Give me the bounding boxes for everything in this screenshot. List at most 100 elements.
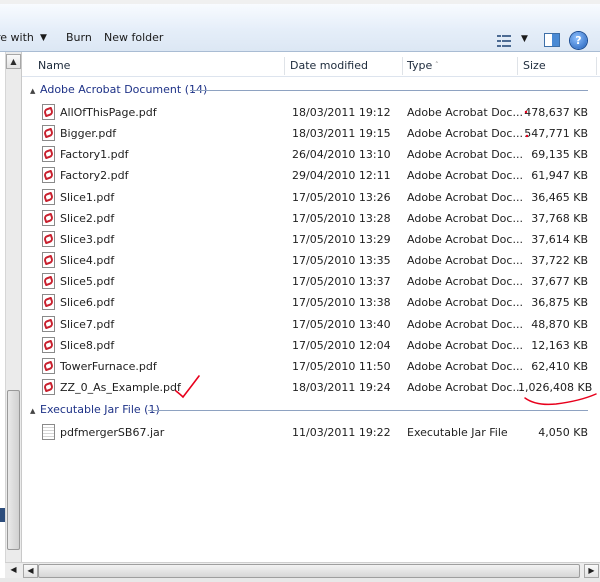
file-type: Adobe Acrobat Doc... xyxy=(407,254,523,268)
file-date: 11/03/2011 19:22 xyxy=(292,426,391,439)
file-row[interactable]: Factory1.pdf 26/04/2010 13:10 Adobe Acroba… xyxy=(22,144,600,165)
file-name: Slice1.pdf xyxy=(60,190,115,204)
file-date: 17/05/2010 13:40 xyxy=(292,317,391,331)
file-date: 17/05/2010 13:38 xyxy=(292,296,391,310)
share-with-label: re with xyxy=(0,31,34,44)
file-row[interactable]: Slice6.pdf 17/05/2010 13:38 Adobe Acrobat … xyxy=(22,292,600,313)
column-type-header[interactable]: Type xyxy=(407,55,432,76)
file-type: Adobe Acrobat Doc... xyxy=(407,232,523,246)
file-row[interactable]: Slice7.pdf 17/05/2010 13:40 Adobe Acrobat … xyxy=(22,314,600,335)
file-type: Adobe Acrobat Doc... xyxy=(407,211,523,225)
file-row[interactable]: Slice5.pdf 17/05/2010 13:37 Adobe Acrobat … xyxy=(22,271,600,292)
file-date: 17/05/2010 12:04 xyxy=(292,338,391,352)
file-row[interactable]: Slice2.pdf 17/05/2010 13:28 Adobe Acrobat … xyxy=(22,208,600,229)
column-divider[interactable] xyxy=(596,57,597,75)
pdf-file-icon xyxy=(42,252,55,269)
horizontal-scrollbar[interactable]: ◀ ▶ xyxy=(22,562,600,578)
file-date: 17/05/2010 13:37 xyxy=(292,275,391,289)
file-type: Executable Jar File xyxy=(407,426,508,439)
nav-scroll-left-arrow-icon[interactable]: ◀ xyxy=(5,562,22,578)
file-row[interactable]: Slice3.pdf 17/05/2010 13:29 Adobe Acrobat … xyxy=(22,229,600,250)
file-name: Slice3.pdf xyxy=(60,232,115,246)
scroll-up-arrow-icon[interactable]: ▲ xyxy=(6,54,21,69)
scroll-right-arrow-icon[interactable]: ▶ xyxy=(584,564,599,578)
column-header-row: Name Date modified Type ˄ Size xyxy=(22,55,600,77)
file-type: Adobe Acrobat Doc... xyxy=(407,359,523,373)
file-name: Bigger.pdf xyxy=(60,127,117,141)
group-header-pdf[interactable]: ▲ Adobe Acrobat Document (14) xyxy=(30,82,207,98)
pdf-file-icon xyxy=(42,167,55,184)
file-size: 48,870 KB xyxy=(531,317,588,331)
file-type: Adobe Acrobat Doc... xyxy=(407,317,523,331)
file-size: 36,875 KB xyxy=(531,296,588,310)
file-name: Slice6.pdf xyxy=(60,296,115,310)
file-row[interactable]: Slice4.pdf 17/05/2010 13:35 Adobe Acrobat … xyxy=(22,250,600,271)
collapse-triangle-icon[interactable]: ▲ xyxy=(30,403,40,419)
column-size-header[interactable]: Size xyxy=(523,55,546,76)
file-size: 37,768 KB xyxy=(531,211,588,225)
file-name: Slice4.pdf xyxy=(60,254,115,268)
group-label: Executable Jar File (1) xyxy=(40,403,160,416)
file-row[interactable]: Bigger.pdf 18/03/2011 19:15 Adobe Acrobat … xyxy=(22,123,600,144)
column-date-header[interactable]: Date modified xyxy=(290,55,368,76)
file-type: Adobe Acrobat Doc... xyxy=(407,380,523,394)
file-size: 478,637 KB xyxy=(524,106,588,119)
file-row[interactable]: ZZ_0_As_Example.pdf 18/03/2011 19:24 Adobe… xyxy=(22,377,600,398)
navigation-scrollbar[interactable]: ▲ xyxy=(5,52,22,582)
file-size: 4,050 KB xyxy=(538,426,588,439)
file-row[interactable]: AllOfThisPage.pdf 18/03/2011 19:12 Adobe A… xyxy=(22,102,600,123)
file-date: 17/05/2010 13:29 xyxy=(292,232,391,246)
file-date: 29/04/2010 12:11 xyxy=(292,169,391,183)
pdf-file-icon xyxy=(42,357,55,374)
share-with-button[interactable]: re with ▼ xyxy=(0,30,47,46)
file-row[interactable]: TowerFurnace.pdf 17/05/2010 11:50 Adobe Ac… xyxy=(22,356,600,377)
file-size: 37,722 KB xyxy=(531,254,588,268)
file-name: Slice2.pdf xyxy=(60,211,115,225)
file-name: TowerFurnace.pdf xyxy=(60,359,157,373)
column-divider[interactable] xyxy=(517,57,518,75)
file-row[interactable]: Slice1.pdf 17/05/2010 13:26 Adobe Acrobat … xyxy=(22,187,600,208)
collapse-triangle-icon[interactable]: ▲ xyxy=(30,83,40,99)
file-date: 17/05/2010 13:35 xyxy=(292,254,391,268)
pdf-file-icon xyxy=(42,104,55,120)
file-name: pdfmergerSB67.jar xyxy=(60,426,165,439)
column-divider[interactable] xyxy=(402,57,403,75)
file-size: 12,163 KB xyxy=(531,338,588,352)
file-size: 69,135 KB xyxy=(531,148,588,162)
file-size: 36,465 KB xyxy=(531,190,588,204)
file-date: 17/05/2010 13:26 xyxy=(292,190,391,204)
file-date: 18/03/2011 19:15 xyxy=(292,127,391,141)
file-type: Adobe Acrobat Doc... xyxy=(407,106,523,119)
burn-button[interactable]: Burn xyxy=(66,30,92,46)
file-date: 26/04/2010 13:10 xyxy=(292,148,391,162)
scroll-left-arrow-icon[interactable]: ◀ xyxy=(23,564,38,578)
help-icon[interactable]: ? xyxy=(570,32,587,49)
jar-file-icon xyxy=(42,424,55,440)
file-size: 1,026,408 KB xyxy=(518,380,593,394)
file-type: Adobe Acrobat Doc... xyxy=(407,148,523,162)
horizontal-scroll-thumb[interactable] xyxy=(38,564,580,578)
pdf-file-icon xyxy=(42,125,55,142)
file-type: Adobe Acrobat Doc... xyxy=(407,169,523,183)
change-view-icon[interactable] xyxy=(497,35,511,47)
file-date: 18/03/2011 19:24 xyxy=(292,380,391,394)
view-options-chevron-icon[interactable]: ▼ xyxy=(521,34,528,44)
file-size: 62,410 KB xyxy=(531,359,588,373)
new-folder-button[interactable]: New folder xyxy=(104,30,163,46)
column-divider[interactable] xyxy=(284,57,285,75)
group-header-jar[interactable]: ▲ Executable Jar File (1) xyxy=(30,402,160,418)
group-divider-line xyxy=(190,90,588,91)
file-date: 18/03/2011 19:12 xyxy=(292,106,391,119)
preview-pane-icon[interactable] xyxy=(544,33,560,47)
file-row[interactable]: pdfmergerSB67.jar 11/03/2011 19:22 Executa… xyxy=(22,422,600,443)
file-name: Slice5.pdf xyxy=(60,275,115,289)
window-bottom-edge xyxy=(0,578,600,582)
file-type: Adobe Acrobat Doc... xyxy=(407,127,523,141)
file-row[interactable]: Factory2.pdf 29/04/2010 12:11 Adobe Acroba… xyxy=(22,165,600,186)
pdf-file-icon xyxy=(42,336,55,353)
file-name: ZZ_0_As_Example.pdf xyxy=(60,380,181,394)
column-name-header[interactable]: Name xyxy=(38,55,70,76)
file-name: AllOfThisPage.pdf xyxy=(60,106,157,119)
scroll-thumb[interactable] xyxy=(7,390,20,550)
file-row[interactable]: Slice8.pdf 17/05/2010 12:04 Adobe Acrobat … xyxy=(22,335,600,356)
